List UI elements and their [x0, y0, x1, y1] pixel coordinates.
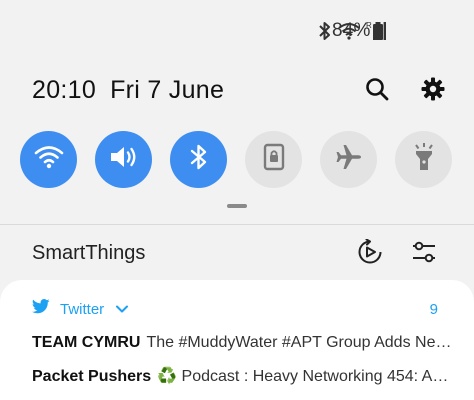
- screen-lock-icon: [263, 143, 285, 176]
- panel-header: 20:10 Fri 7 June: [32, 74, 448, 106]
- notification-sender: TEAM CYMRU: [32, 334, 141, 351]
- notification-item[interactable]: Packet Pushers ♻️ Podcast : Heavy Network…: [32, 366, 452, 386]
- clock: 20:10: [32, 75, 97, 104]
- wifi-icon: [34, 145, 64, 174]
- filter-settings-icon[interactable]: [410, 238, 438, 266]
- quick-toggles: [20, 131, 452, 188]
- bluetooth-icon: [318, 21, 332, 41]
- airplane-icon: [335, 143, 363, 176]
- drag-handle[interactable]: [227, 204, 247, 208]
- notification-count: 9: [429, 300, 438, 318]
- notification-sender: Packet Pushers: [32, 368, 152, 385]
- airplane-mode-toggle[interactable]: [320, 131, 377, 188]
- device-scan-icon[interactable]: [356, 238, 384, 266]
- twitter-bird-icon: [31, 299, 50, 319]
- app-name: Twitter: [60, 300, 105, 318]
- battery-percent: 84%: [332, 20, 371, 41]
- flashlight-toggle[interactable]: [395, 131, 452, 188]
- settings-gear-icon[interactable]: [418, 74, 448, 104]
- notification-item[interactable]: TEAM CYMRU The #MuddyWater #APT Group Add…: [32, 334, 452, 352]
- wifi-toggle[interactable]: [20, 131, 77, 188]
- header-actions: [362, 74, 448, 104]
- chevron-down-icon[interactable]: [116, 305, 129, 313]
- smartthings-title: SmartThings: [32, 241, 146, 264]
- sound-toggle[interactable]: [95, 131, 152, 188]
- flashlight-icon: [412, 142, 436, 177]
- divider: [0, 224, 474, 225]
- bluetooth-icon: [189, 143, 209, 176]
- screen-lock-toggle[interactable]: [245, 131, 302, 188]
- sound-icon: [109, 144, 139, 175]
- smartthings-actions: [356, 238, 438, 266]
- notification-text: ♻️ Podcast : Heavy Networking 454: Analy…: [157, 368, 452, 385]
- bluetooth-toggle[interactable]: [170, 131, 227, 188]
- smartthings-row: SmartThings: [32, 236, 438, 270]
- notification-card[interactable]: Twitter 9 TEAM CYMRU The #MuddyWater #APT…: [0, 280, 474, 400]
- notification-text: The #MuddyWater #APT Group Adds New T…: [146, 334, 452, 351]
- battery-icon: [372, 22, 384, 45]
- notification-header: Twitter 9: [31, 298, 438, 320]
- date: Fri 7 June: [110, 75, 225, 104]
- search-icon[interactable]: [362, 74, 392, 104]
